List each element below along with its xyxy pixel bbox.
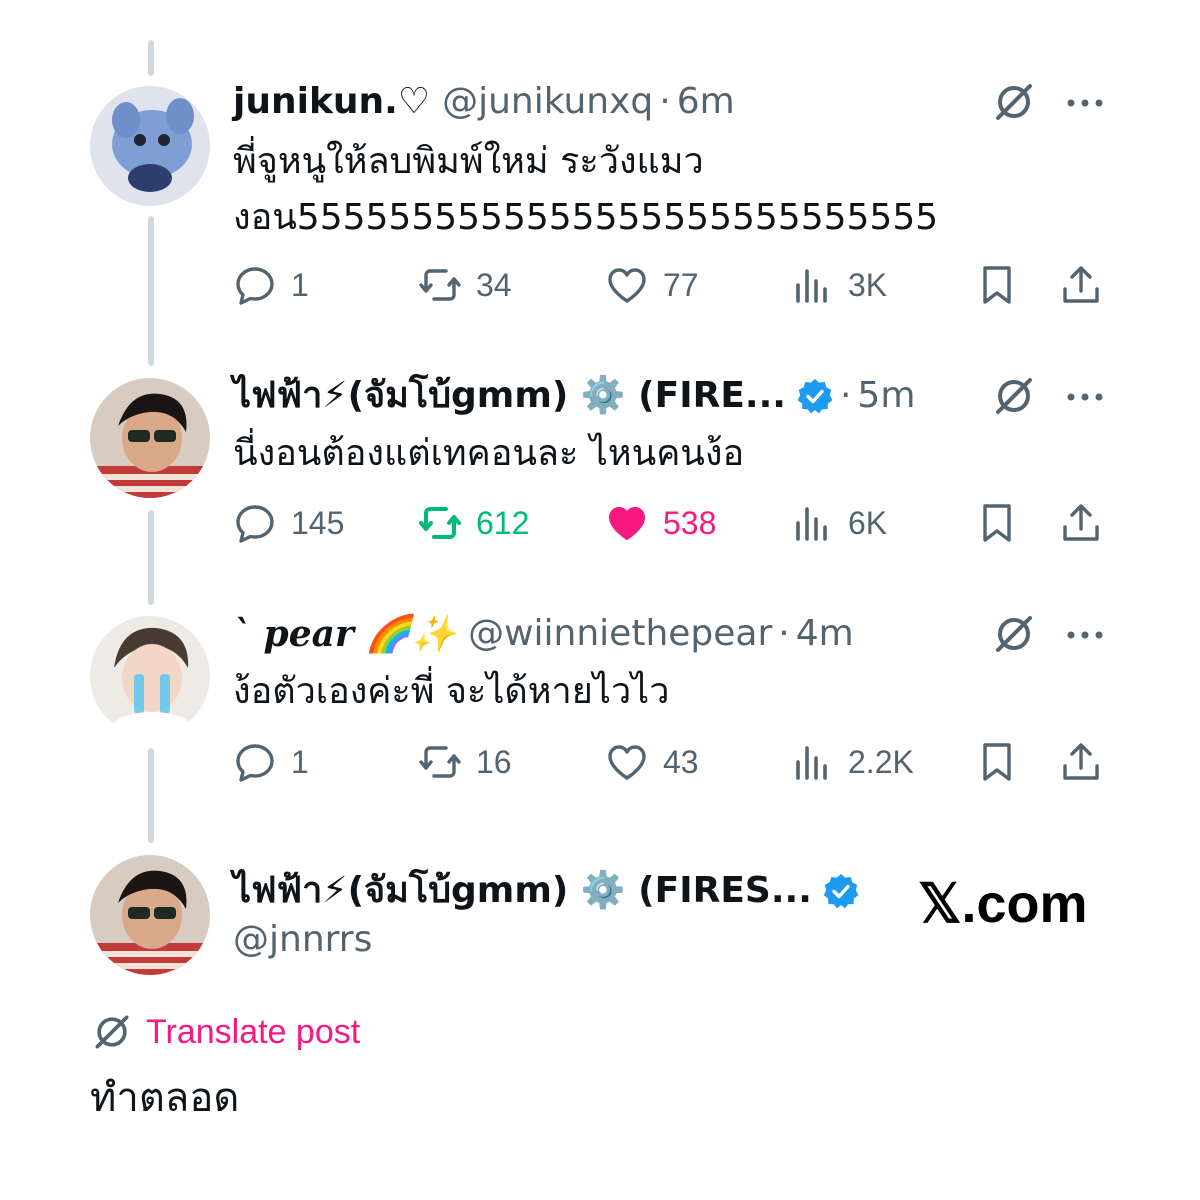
share-icon	[1063, 743, 1099, 780]
post-header: junikun.♡ @junikunxq · 6m	[233, 80, 735, 124]
post-text: พี่จูหนูให้ลบพิมพ์ใหม่ ระวังแมว งอน55555…	[233, 134, 938, 246]
handle[interactable]: @wiinniethepear	[468, 612, 772, 656]
reply-button[interactable]: 1	[233, 737, 309, 787]
views-button[interactable]: 2.2K	[790, 737, 914, 787]
post-header: ` pear 🌈✨ @wiinniethepear · 4m	[233, 612, 854, 656]
share-button[interactable]	[1059, 260, 1103, 310]
like-button[interactable]: 538	[605, 498, 716, 548]
more-icon[interactable]	[1062, 612, 1108, 658]
bookmark-icon	[983, 504, 1011, 542]
more-icon[interactable]	[1062, 374, 1108, 420]
repost-count: 34	[476, 266, 512, 303]
like-icon	[608, 745, 646, 780]
repost-count: 612	[476, 504, 530, 541]
reply-count: 1	[291, 743, 309, 780]
reply-count: 1	[291, 266, 309, 303]
reply-count: 145	[291, 504, 345, 541]
like-icon	[609, 507, 645, 540]
post-handle-row: @jnnrrs	[233, 918, 372, 962]
timestamp[interactable]: 4m	[796, 612, 854, 656]
share-icon	[1063, 266, 1099, 303]
views-icon	[796, 269, 827, 303]
more-icon[interactable]	[1062, 80, 1108, 126]
reply-icon	[236, 505, 274, 543]
separator-dot: ·	[659, 81, 671, 122]
separator-dot: ·	[839, 375, 852, 416]
like-count: 43	[663, 743, 699, 780]
view-count: 6K	[848, 504, 888, 541]
x-com-watermark: 𝕏.com	[918, 874, 1088, 934]
like-count: 538	[663, 504, 717, 541]
repost-icon	[419, 269, 461, 301]
post-text-line: ง้อตัวเองค่ะพี่ จะได้หายไวไว	[233, 671, 670, 712]
timestamp[interactable]: 5m	[857, 374, 915, 418]
bookmark-button[interactable]	[975, 737, 1019, 787]
avatar[interactable]	[90, 378, 210, 498]
verified-badge-icon	[796, 377, 834, 415]
post-header: ไฟฟ้า⚡(จัมโบ้gmm) ⚙️ (FIRES...	[233, 869, 860, 913]
post-text-line: พี่จูหนูให้ลบพิมพ์ใหม่ ระวังแมว	[233, 141, 704, 182]
views-icon	[796, 507, 827, 541]
share-button[interactable]	[1059, 737, 1103, 787]
display-name[interactable]: ` pear 🌈✨	[233, 612, 456, 656]
main-post-text: ทำตลอด	[90, 1075, 240, 1121]
display-name[interactable]: junikun.♡	[233, 80, 430, 124]
verified-badge-icon	[822, 872, 860, 910]
timestamp[interactable]: 6m	[677, 80, 735, 124]
display-name[interactable]: ไฟฟ้า⚡(จัมโบ้gmm) ⚙️ (FIRE...	[233, 374, 786, 418]
translate-label[interactable]: Translate post	[146, 1013, 360, 1052]
action-bar: 145 612 538 6K	[233, 498, 1113, 548]
post-header: ไฟฟ้า⚡(จัมโบ้gmm) ⚙️ (FIRE... · 5m	[233, 374, 915, 418]
thread-line	[148, 748, 154, 843]
view-count: 3K	[848, 266, 888, 303]
handle[interactable]: @junikunxq	[442, 80, 653, 124]
post-text-line: นี่งอนต้องแต่เทคอนละ ไหนคนง้อ	[233, 433, 745, 474]
thread-line	[148, 40, 154, 76]
avatar[interactable]	[90, 616, 210, 736]
share-icon	[1063, 504, 1099, 541]
avatar[interactable]	[90, 855, 210, 975]
post-text: ง้อตัวเองค่ะพี่ จะได้หายไวไว	[233, 664, 669, 720]
repost-button[interactable]: 612	[418, 498, 529, 548]
bookmark-icon	[983, 266, 1011, 304]
share-button[interactable]	[1059, 498, 1103, 548]
repost-button[interactable]: 34	[418, 260, 512, 310]
like-icon	[608, 268, 646, 303]
like-button[interactable]: 77	[605, 260, 699, 310]
repost-icon	[419, 746, 461, 778]
reply-button[interactable]: 1	[233, 260, 309, 310]
grok-icon	[95, 1015, 129, 1049]
post-text: นี่งอนต้องแต่เทคอนละ ไหนคนง้อ	[233, 426, 744, 482]
repost-icon	[419, 507, 461, 539]
reply-icon	[236, 267, 274, 305]
grok-icon[interactable]	[990, 610, 1038, 658]
handle[interactable]: @jnnrrs	[233, 918, 372, 962]
views-button[interactable]: 6K	[790, 498, 887, 548]
views-icon	[796, 746, 827, 780]
bookmark-button[interactable]	[975, 498, 1019, 548]
post-text-line: งอน5555555555555555555555555555	[233, 197, 939, 238]
views-button[interactable]: 3K	[790, 260, 887, 310]
separator-dot: ·	[778, 613, 790, 654]
like-button[interactable]: 43	[605, 737, 699, 787]
grok-icon[interactable]	[990, 78, 1038, 126]
thread-line	[148, 216, 154, 366]
action-bar: 1 34 77 3K	[233, 260, 1113, 310]
avatar[interactable]	[90, 86, 210, 206]
repost-count: 16	[476, 743, 512, 780]
display-name[interactable]: ไฟฟ้า⚡(จัมโบ้gmm) ⚙️ (FIRES...	[233, 869, 812, 913]
action-bar: 1 16 43 2.2K	[233, 737, 1113, 787]
repost-button[interactable]: 16	[418, 737, 512, 787]
translate-post-link[interactable]: Translate post	[90, 1010, 360, 1054]
reply-icon	[236, 744, 274, 782]
like-count: 77	[663, 266, 699, 303]
thread-line	[148, 510, 154, 605]
grok-icon[interactable]	[990, 372, 1038, 420]
bookmark-icon	[983, 743, 1011, 781]
bookmark-button[interactable]	[975, 260, 1019, 310]
reply-button[interactable]: 145	[233, 498, 344, 548]
view-count: 2.2K	[848, 743, 914, 780]
